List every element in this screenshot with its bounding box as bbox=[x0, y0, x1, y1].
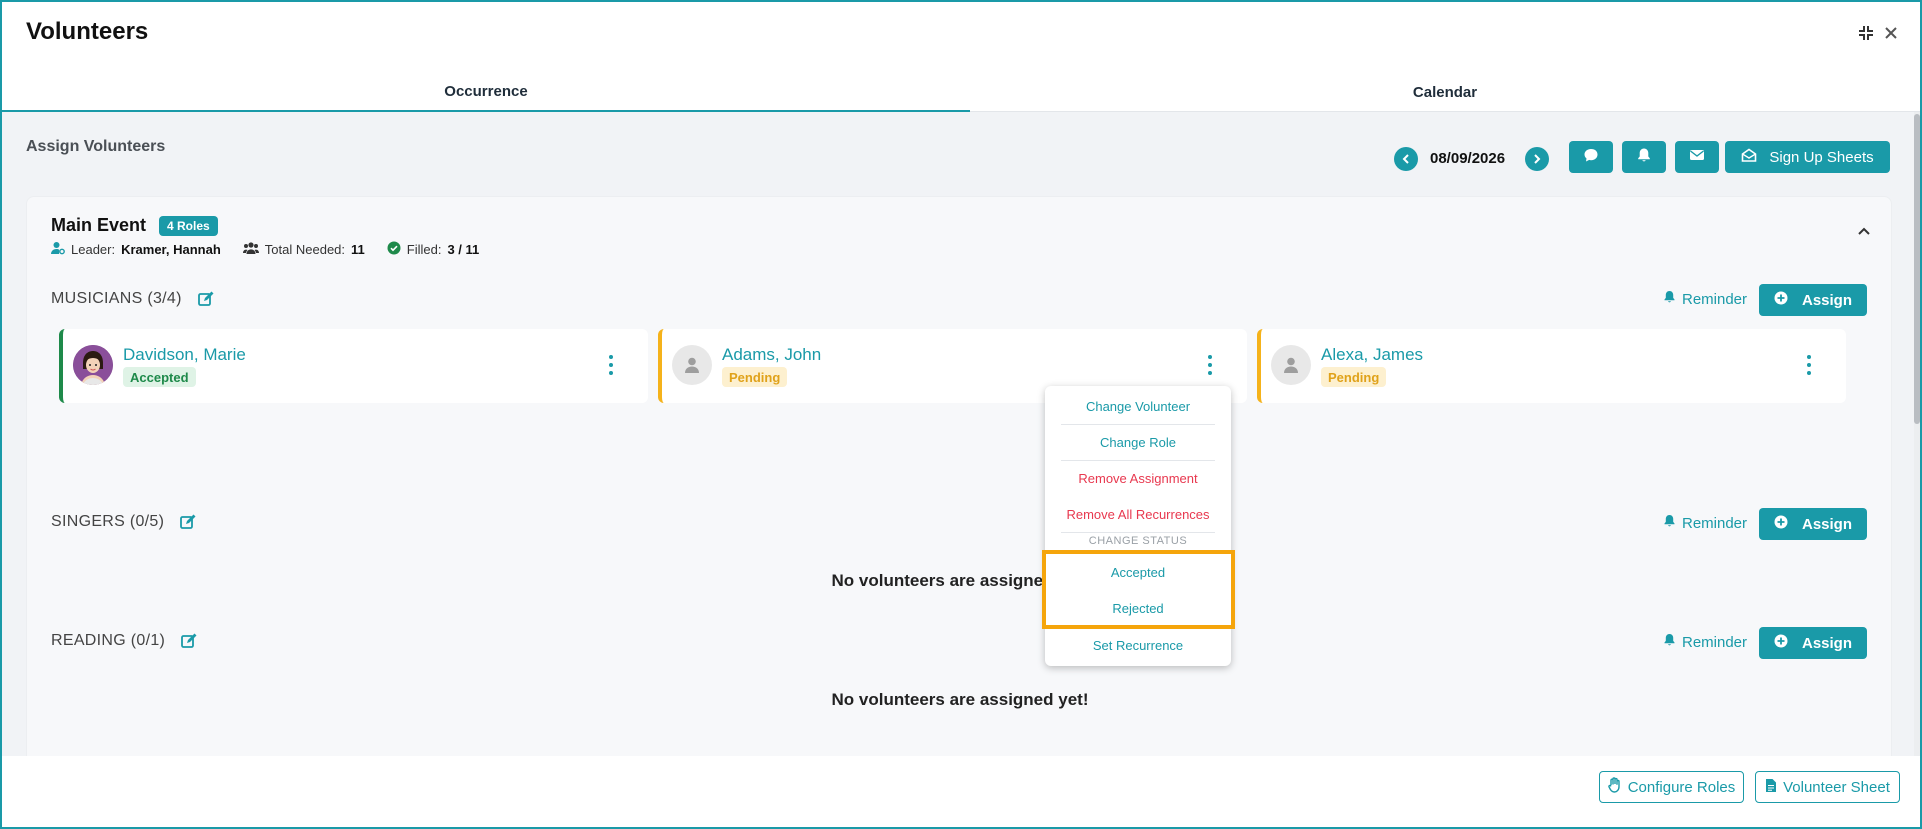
status-badge: Pending bbox=[722, 367, 788, 387]
bell-icon bbox=[1663, 514, 1676, 532]
menu-change-status-caption: CHANGE STATUS bbox=[1088, 535, 1188, 547]
volunteer-name[interactable]: Adams, John bbox=[722, 345, 821, 365]
volunteer-card[interactable]: Alexa, James Pending bbox=[1257, 329, 1846, 403]
hand-icon bbox=[1608, 777, 1622, 797]
sign-up-sheets-button[interactable]: Sign Up Sheets bbox=[1725, 141, 1890, 173]
tab-calendar[interactable]: Calendar bbox=[970, 72, 1920, 112]
configure-roles-label: Configure Roles bbox=[1627, 778, 1736, 796]
scrollbar[interactable] bbox=[1914, 112, 1920, 756]
role-musicians: MUSICIANS (3/4) bbox=[51, 290, 214, 308]
person-icon bbox=[1271, 345, 1311, 385]
volunteer-sheet-label: Volunteer Sheet bbox=[1783, 778, 1890, 796]
compress-icon[interactable] bbox=[1855, 22, 1877, 44]
event-meta: Leader: Kramer, Hannah Total Needed: 11 … bbox=[51, 241, 479, 258]
configure-roles-button[interactable]: Configure Roles bbox=[1599, 771, 1744, 803]
leader-label: Leader: bbox=[71, 242, 116, 257]
check-circle-icon bbox=[387, 241, 401, 258]
assign-label: Assign bbox=[1801, 634, 1852, 652]
plus-circle-icon bbox=[1774, 291, 1788, 309]
notify-button[interactable] bbox=[1622, 141, 1666, 173]
file-icon bbox=[1765, 778, 1777, 797]
role-reading: READING (0/1) bbox=[51, 632, 197, 650]
sign-up-sheets-label: Sign Up Sheets bbox=[1769, 148, 1874, 166]
menu-remove-all-recurrences[interactable]: Remove All Recurrences bbox=[1045, 507, 1231, 522]
assign-button-musicians[interactable]: Assign bbox=[1759, 284, 1867, 316]
chevron-left-icon[interactable] bbox=[1394, 147, 1418, 171]
close-icon[interactable] bbox=[1880, 22, 1902, 44]
assign-button-reading[interactable]: Assign bbox=[1759, 627, 1867, 659]
modal-header: Volunteers bbox=[2, 2, 1920, 62]
volunteer-card[interactable]: Davidson, Marie Accepted bbox=[59, 329, 648, 403]
filled-label: Filled: bbox=[406, 242, 442, 257]
email-button[interactable] bbox=[1675, 141, 1719, 173]
reminder-link-musicians[interactable]: Reminder bbox=[1663, 290, 1747, 308]
chat-button[interactable] bbox=[1569, 141, 1613, 173]
envelope-open-icon bbox=[1741, 147, 1757, 167]
chevron-up-icon[interactable] bbox=[1857, 223, 1871, 241]
role-title: READING (0/1) bbox=[51, 632, 166, 649]
bell-icon bbox=[1636, 147, 1652, 168]
reminder-label: Reminder bbox=[1682, 290, 1748, 308]
menu-remove-assignment[interactable]: Remove Assignment bbox=[1045, 471, 1231, 486]
reminder-label: Reminder bbox=[1682, 514, 1748, 532]
scrollbar-thumb[interactable] bbox=[1914, 114, 1920, 424]
kebab-icon[interactable] bbox=[608, 355, 614, 375]
empty-message: No volunteers are assigned yet! bbox=[831, 571, 1089, 590]
needed-value: 11 bbox=[351, 242, 365, 257]
event-name: Main Event bbox=[51, 215, 147, 235]
status-options-highlight bbox=[1042, 550, 1235, 629]
plus-circle-icon bbox=[1774, 634, 1788, 652]
mail-icon bbox=[1689, 148, 1705, 167]
assign-button-singers[interactable]: Assign bbox=[1759, 508, 1867, 540]
role-title: MUSICIANS (3/4) bbox=[51, 290, 182, 307]
event-card: Main Event 4 Roles Leader: Kramer, Hanna… bbox=[26, 196, 1892, 756]
status-badge: Pending bbox=[1321, 367, 1387, 387]
users-icon bbox=[242, 241, 259, 258]
edit-icon[interactable] bbox=[180, 514, 196, 530]
chevron-right-icon[interactable] bbox=[1525, 147, 1549, 171]
user-cog-icon bbox=[51, 241, 65, 258]
role-title: SINGERS (0/5) bbox=[51, 513, 165, 530]
menu-set-recurrence[interactable]: Set Recurrence bbox=[1045, 638, 1231, 653]
assign-label: Assign bbox=[1801, 291, 1852, 309]
bell-icon bbox=[1663, 290, 1676, 308]
needed-label: Total Needed: bbox=[264, 242, 346, 257]
edit-icon[interactable] bbox=[181, 633, 197, 649]
reminder-link-reading[interactable]: Reminder bbox=[1663, 633, 1747, 651]
tab-occurrence[interactable]: Occurrence bbox=[2, 72, 970, 112]
edit-icon[interactable] bbox=[197, 291, 214, 307]
volunteer-sheet-button[interactable]: Volunteer Sheet bbox=[1755, 771, 1900, 803]
empty-message: No volunteers are assigned yet! bbox=[831, 690, 1089, 709]
leader-name: Kramer, Hannah bbox=[121, 242, 221, 257]
filled-value: 3 / 11 bbox=[447, 242, 480, 257]
date-display[interactable]: 08/09/2026 bbox=[1430, 150, 1505, 167]
tab-bar: Occurrence Calendar bbox=[2, 72, 1920, 112]
menu-change-role[interactable]: Change Role bbox=[1045, 435, 1231, 450]
reminder-link-singers[interactable]: Reminder bbox=[1663, 514, 1747, 532]
volunteer-name[interactable]: Davidson, Marie bbox=[123, 345, 246, 365]
menu-change-volunteer[interactable]: Change Volunteer bbox=[1045, 399, 1231, 414]
volunteers-modal: Volunteers Occurrence Calendar Assign Vo… bbox=[0, 0, 1922, 829]
section-heading: Assign Volunteers bbox=[26, 138, 166, 155]
kebab-icon[interactable] bbox=[1806, 355, 1812, 375]
chat-icon bbox=[1583, 147, 1599, 168]
status-badge: Accepted bbox=[123, 367, 196, 387]
plus-circle-icon bbox=[1774, 515, 1788, 533]
modal-title: Volunteers bbox=[26, 18, 149, 45]
assign-label: Assign bbox=[1801, 515, 1852, 533]
avatar bbox=[73, 345, 113, 385]
role-singers: SINGERS (0/5) bbox=[51, 513, 196, 531]
person-icon bbox=[672, 345, 712, 385]
kebab-icon[interactable] bbox=[1207, 355, 1213, 375]
roles-badge: 4 Roles bbox=[159, 216, 218, 236]
bell-icon bbox=[1663, 633, 1676, 651]
content-area: Assign Volunteers 08/09/2026 Sign Up She… bbox=[2, 112, 1920, 756]
volunteer-name[interactable]: Alexa, James bbox=[1321, 345, 1423, 365]
reminder-label: Reminder bbox=[1682, 633, 1748, 651]
